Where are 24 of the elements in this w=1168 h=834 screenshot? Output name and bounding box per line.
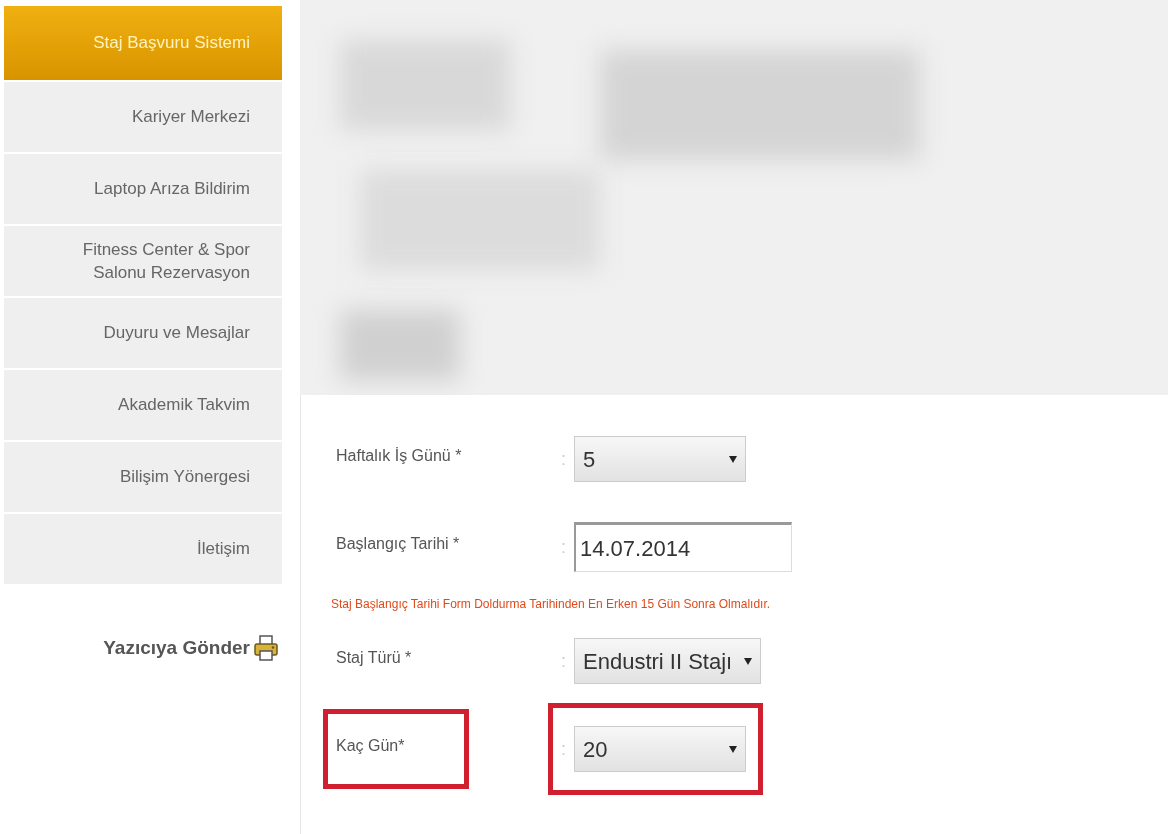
dropdown-value: 20 [583,735,608,764]
field-label: Başlangıç Tarihi * [335,534,461,554]
field-label: Haftalık İş Günü * [335,446,463,466]
dropdown[interactable]: Endustri II Stajı [574,638,762,684]
date-field[interactable]: 14.07.2014 [574,522,792,572]
dropdown-value: Endustri II Stajı [583,647,733,676]
sidebar-item[interactable]: Laptop Arıza Bildirim [4,154,282,224]
sidebar-item[interactable]: Akademik Takvim [4,370,282,440]
dropdown[interactable]: 5 [574,436,746,482]
colon: : [561,738,566,761]
colon: : [561,536,566,559]
field-label: Staj Türü * [335,648,413,668]
sidebar-item[interactable]: Duyuru ve Mesajlar [4,298,282,368]
sidebar-item[interactable]: Fitness Center & Spor Salonu Rezervasyon [4,226,282,296]
colon: : [561,650,566,673]
field-label: Kaç Gün* [323,709,469,789]
dropdown[interactable]: 20 [574,726,746,772]
warning-text: Staj Başlangıç Tarihi Form Doldurma Tarihinden En Erken 15 Gün Sonra Olmalıdır. [331,596,772,613]
sidebar-item[interactable]: Kariyer Merkezi [4,82,282,152]
sidebar-item[interactable]: İletişim [4,514,282,584]
print-link[interactable]: Yazıcıya Gönder [103,634,250,663]
sidebar-item[interactable]: Bilişim Yönergesi [4,442,282,512]
colon: : [561,448,566,471]
dropdown-value: 5 [583,445,596,474]
